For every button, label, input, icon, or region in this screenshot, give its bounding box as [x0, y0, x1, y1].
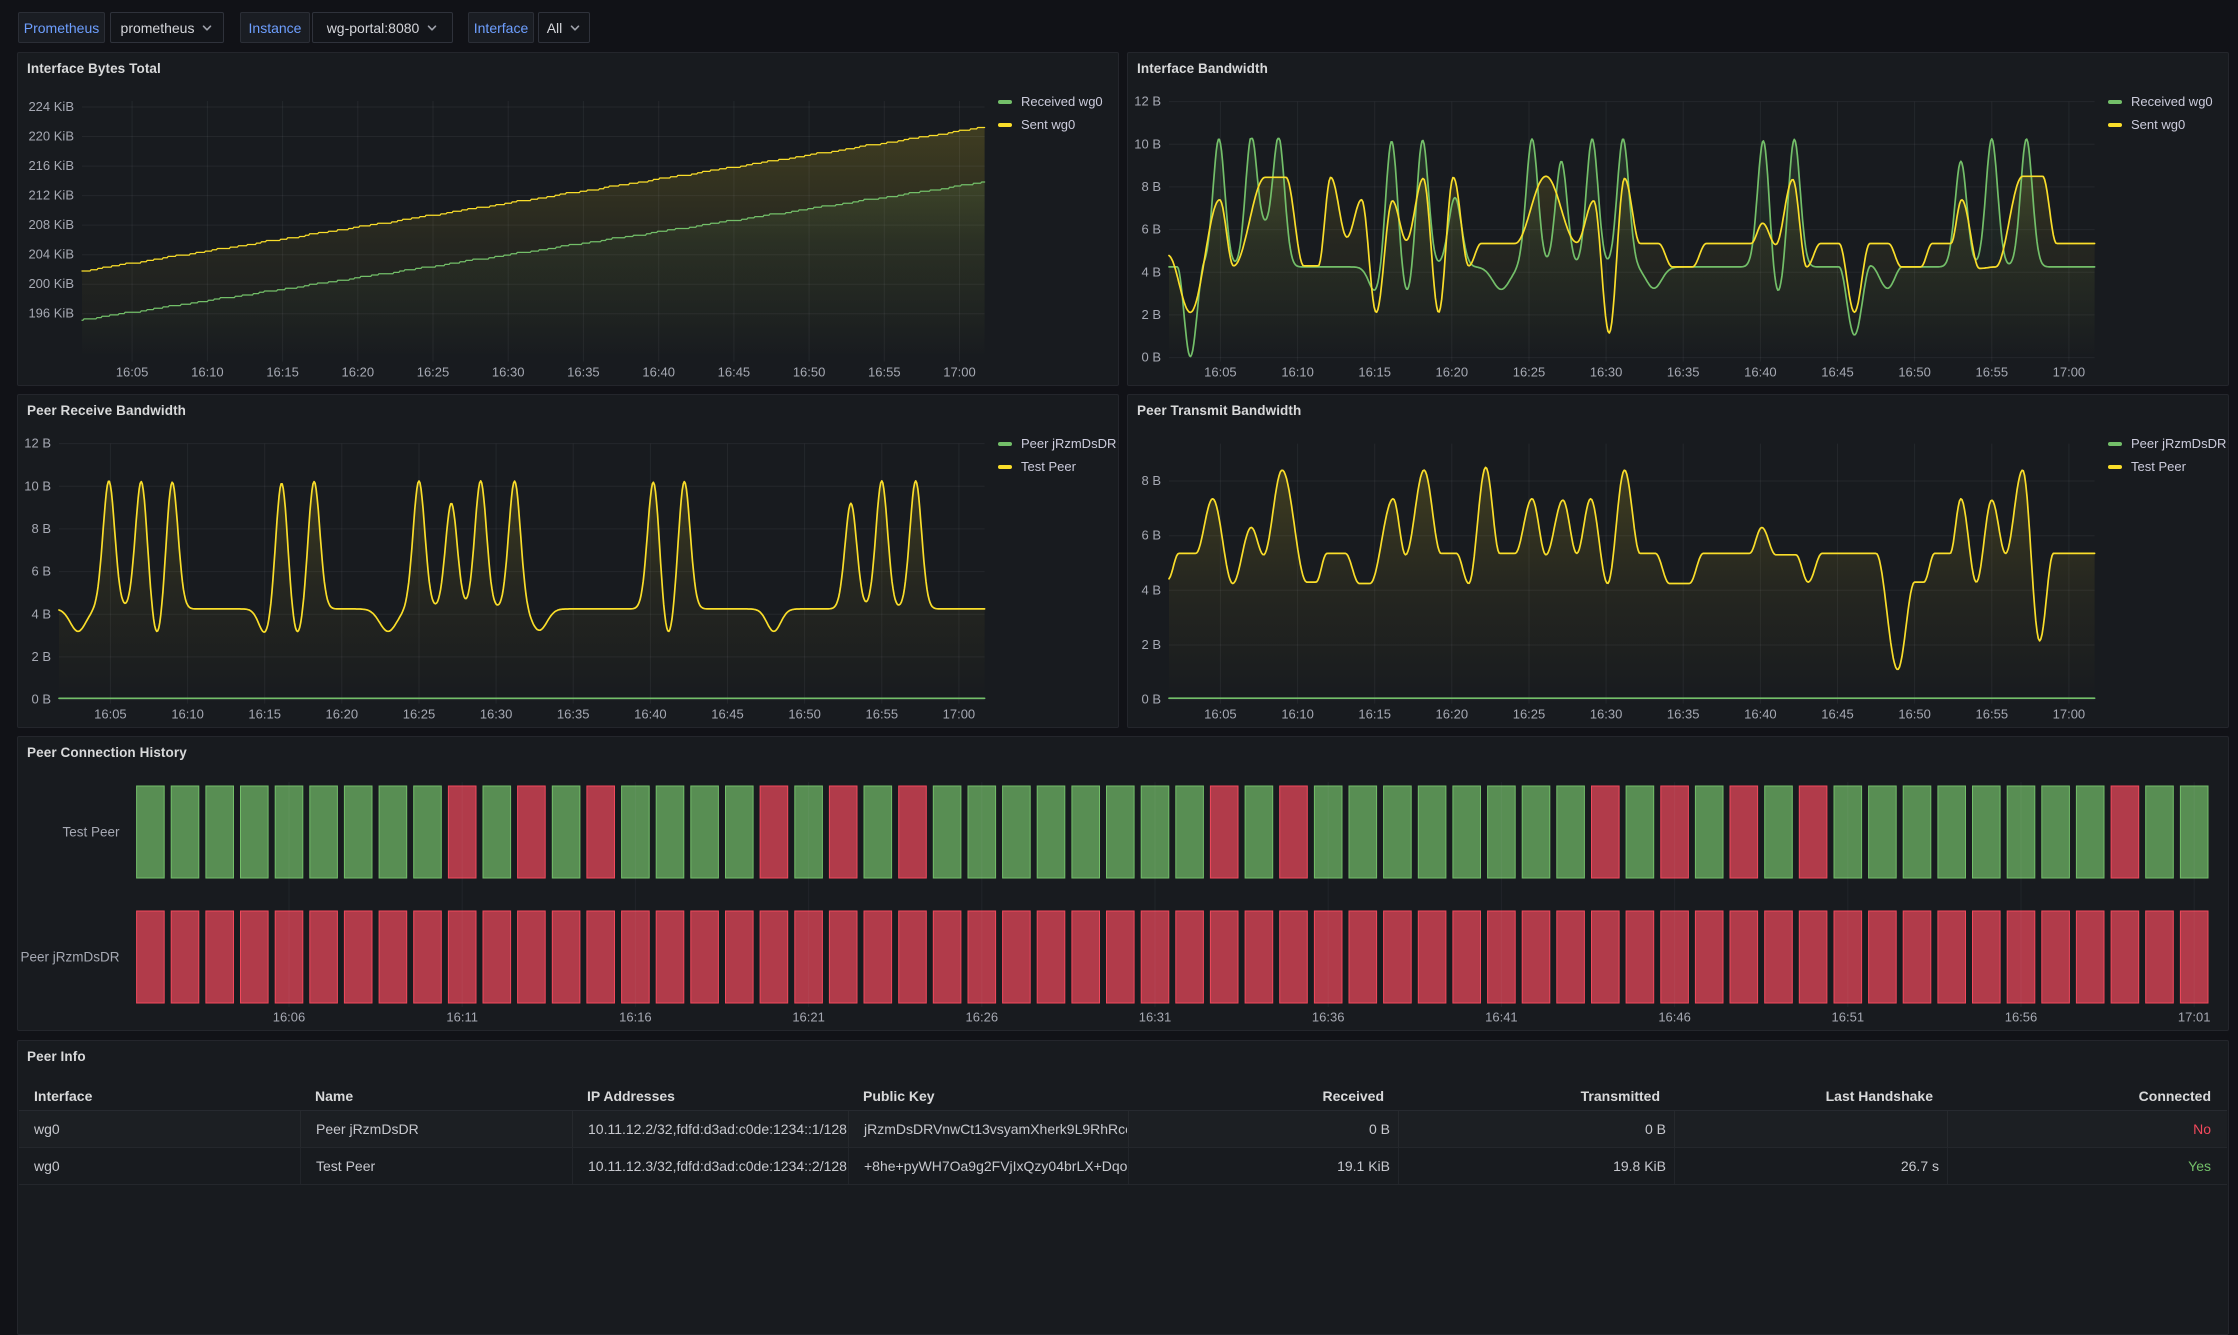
svg-text:4 B: 4 B	[1141, 264, 1161, 279]
svg-text:6 B: 6 B	[31, 564, 51, 579]
svg-text:16:20: 16:20	[326, 707, 359, 722]
svg-text:16:35: 16:35	[567, 365, 600, 380]
svg-text:8 B: 8 B	[31, 521, 51, 536]
svg-text:16:15: 16:15	[1358, 707, 1391, 722]
svg-text:16:30: 16:30	[1590, 365, 1623, 380]
svg-text:16:55: 16:55	[1976, 365, 2009, 380]
svg-text:0 B: 0 B	[31, 692, 51, 707]
svg-text:16:15: 16:15	[1358, 365, 1391, 380]
svg-text:17:00: 17:00	[2053, 707, 2086, 722]
svg-text:16:50: 16:50	[793, 365, 826, 380]
svg-text:16:20: 16:20	[342, 365, 375, 380]
svg-text:16:35: 16:35	[557, 707, 590, 722]
svg-text:16:10: 16:10	[1281, 707, 1314, 722]
svg-text:0 B: 0 B	[1141, 350, 1161, 365]
svg-text:12 B: 12 B	[24, 436, 51, 451]
svg-text:16:05: 16:05	[1204, 365, 1237, 380]
svg-text:17:00: 17:00	[2053, 365, 2086, 380]
svg-text:220 KiB: 220 KiB	[28, 129, 74, 144]
svg-text:2 B: 2 B	[1141, 307, 1161, 322]
svg-text:16:26: 16:26	[966, 1010, 999, 1025]
svg-text:16:25: 16:25	[417, 365, 450, 380]
svg-text:17:00: 17:00	[943, 707, 976, 722]
svg-text:16:25: 16:25	[1513, 707, 1546, 722]
svg-text:16:05: 16:05	[94, 707, 127, 722]
svg-text:16:35: 16:35	[1667, 707, 1700, 722]
svg-text:6 B: 6 B	[1141, 222, 1161, 237]
svg-text:16:31: 16:31	[1139, 1010, 1172, 1025]
svg-text:16:40: 16:40	[642, 365, 675, 380]
svg-text:16:10: 16:10	[1281, 365, 1314, 380]
svg-text:0 B: 0 B	[1141, 692, 1161, 707]
svg-text:196 KiB: 196 KiB	[28, 306, 74, 321]
svg-text:Test Peer: Test Peer	[62, 825, 120, 840]
svg-text:16:30: 16:30	[492, 365, 525, 380]
svg-text:16:40: 16:40	[1744, 707, 1777, 722]
svg-text:16:20: 16:20	[1436, 707, 1469, 722]
svg-text:16:45: 16:45	[711, 707, 744, 722]
svg-text:8 B: 8 B	[1141, 473, 1161, 488]
svg-text:216 KiB: 216 KiB	[28, 158, 74, 173]
svg-text:16:05: 16:05	[1204, 707, 1237, 722]
svg-text:16:10: 16:10	[171, 707, 204, 722]
svg-text:204 KiB: 204 KiB	[28, 247, 74, 262]
svg-text:16:50: 16:50	[1898, 707, 1931, 722]
svg-text:16:46: 16:46	[1658, 1010, 1691, 1025]
svg-text:16:51: 16:51	[1832, 1010, 1865, 1025]
svg-text:16:15: 16:15	[248, 707, 281, 722]
svg-text:16:45: 16:45	[1821, 707, 1854, 722]
svg-text:200 KiB: 200 KiB	[28, 276, 74, 291]
svg-text:16:50: 16:50	[1898, 365, 1931, 380]
svg-text:10 B: 10 B	[1134, 136, 1161, 151]
svg-text:16:40: 16:40	[1744, 365, 1777, 380]
svg-text:208 KiB: 208 KiB	[28, 217, 74, 232]
svg-text:16:25: 16:25	[1513, 365, 1546, 380]
svg-text:16:56: 16:56	[2005, 1010, 2038, 1025]
svg-text:16:40: 16:40	[634, 707, 667, 722]
svg-text:4 B: 4 B	[1141, 582, 1161, 597]
svg-text:212 KiB: 212 KiB	[28, 188, 74, 203]
svg-text:16:41: 16:41	[1485, 1010, 1518, 1025]
svg-text:16:55: 16:55	[1976, 707, 2009, 722]
svg-text:16:11: 16:11	[446, 1010, 478, 1025]
svg-text:6 B: 6 B	[1141, 528, 1161, 543]
svg-text:12 B: 12 B	[1134, 94, 1161, 109]
svg-text:16:55: 16:55	[866, 707, 899, 722]
svg-text:16:15: 16:15	[266, 365, 299, 380]
svg-text:16:21: 16:21	[792, 1010, 825, 1025]
svg-text:17:00: 17:00	[943, 365, 976, 380]
svg-text:16:30: 16:30	[480, 707, 513, 722]
svg-text:16:05: 16:05	[116, 365, 149, 380]
svg-text:10 B: 10 B	[24, 478, 51, 493]
svg-text:16:25: 16:25	[403, 707, 436, 722]
svg-text:17:01: 17:01	[2178, 1010, 2211, 1025]
svg-text:16:55: 16:55	[868, 365, 901, 380]
svg-text:16:16: 16:16	[619, 1010, 652, 1025]
svg-text:16:36: 16:36	[1312, 1010, 1345, 1025]
svg-text:16:20: 16:20	[1436, 365, 1469, 380]
svg-text:16:10: 16:10	[191, 365, 224, 380]
svg-text:16:35: 16:35	[1667, 365, 1700, 380]
svg-text:16:06: 16:06	[273, 1010, 306, 1025]
svg-text:224 KiB: 224 KiB	[28, 99, 74, 114]
svg-text:4 B: 4 B	[31, 606, 51, 621]
svg-text:16:50: 16:50	[788, 707, 821, 722]
svg-text:16:45: 16:45	[718, 365, 751, 380]
svg-text:Peer jRzmDsDR: Peer jRzmDsDR	[20, 950, 119, 965]
svg-text:8 B: 8 B	[1141, 179, 1161, 194]
svg-text:2 B: 2 B	[1141, 637, 1161, 652]
svg-text:16:30: 16:30	[1590, 707, 1623, 722]
svg-text:2 B: 2 B	[31, 649, 51, 664]
svg-text:16:45: 16:45	[1821, 365, 1854, 380]
